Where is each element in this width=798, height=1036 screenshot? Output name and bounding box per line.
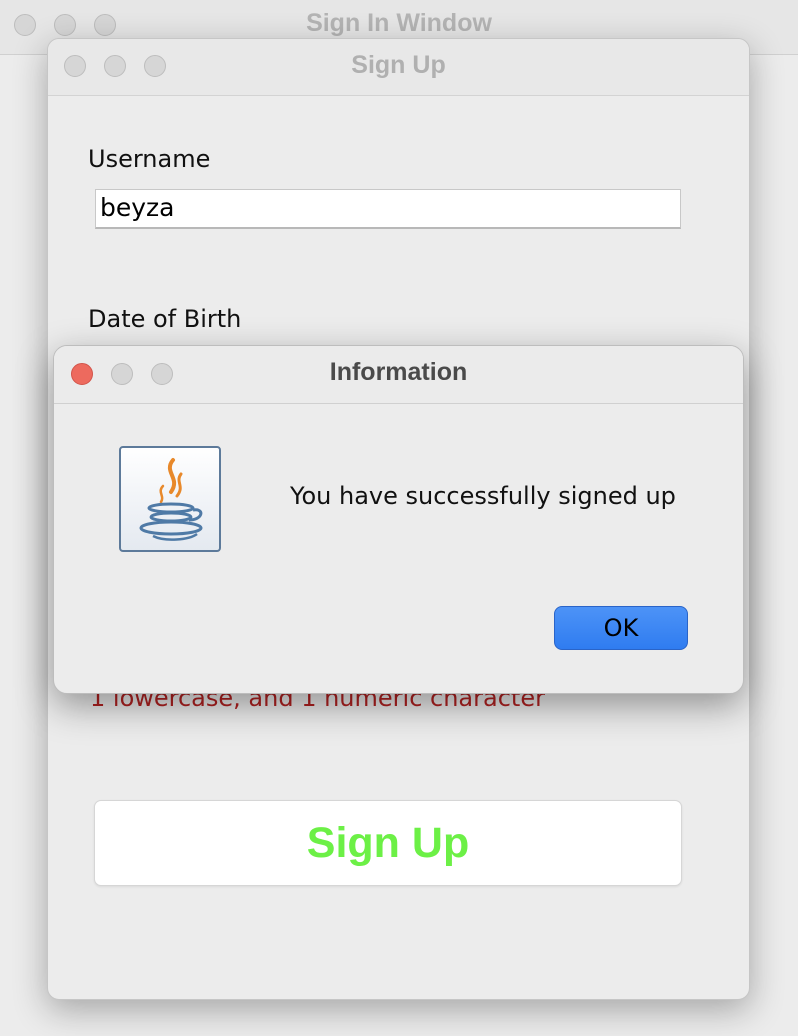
dob-label: Date of Birth: [88, 305, 242, 333]
sign-up-button[interactable]: Sign Up: [94, 800, 682, 886]
window-title: Sign In Window: [306, 9, 492, 37]
username-field[interactable]: beyza: [95, 189, 681, 229]
sign-up-titlebar[interactable]: Sign Up: [48, 39, 749, 96]
dialog-message: You have successfully signed up: [290, 482, 676, 510]
username-label: Username: [88, 145, 211, 173]
information-dialog: Information You have successfully signed…: [53, 345, 744, 694]
window-title: Sign Up: [351, 51, 446, 79]
dialog-title: Information: [329, 358, 468, 386]
ok-button[interactable]: OK: [554, 606, 688, 650]
information-titlebar[interactable]: Information: [54, 346, 743, 404]
java-icon: [119, 446, 221, 552]
